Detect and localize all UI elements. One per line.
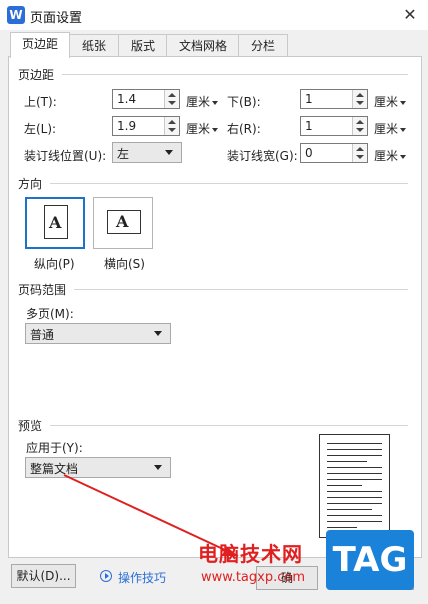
watermark-site-name: 电脑技术网: [198, 542, 303, 566]
watermark-url: www.tagxp.com: [201, 570, 305, 585]
tab-margins[interactable]: 页边距: [10, 32, 70, 58]
annotation-arrow: [63, 474, 239, 557]
watermark-logo: TAG: [326, 530, 414, 590]
